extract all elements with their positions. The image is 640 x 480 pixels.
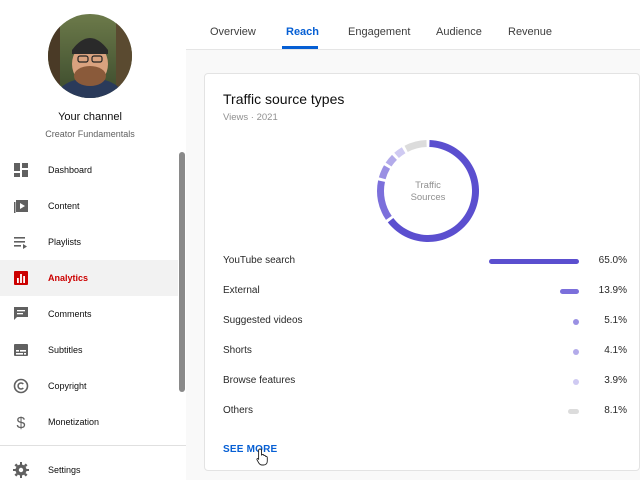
traffic-source-row[interactable]: YouTube search 65.0%: [223, 252, 633, 272]
donut-segment[interactable]: [377, 180, 392, 220]
traffic-source-bar: [559, 289, 579, 294]
traffic-source-dot: [573, 349, 579, 355]
donut-label-line2: Sources: [411, 192, 446, 203]
traffic-source-value: 4.1%: [604, 345, 627, 356]
sidebar-item-label: Monetization: [48, 417, 100, 427]
traffic-source-label: Browse features: [223, 375, 296, 386]
donut-segment[interactable]: [385, 154, 397, 167]
sidebar-item-analytics[interactable]: Analytics: [0, 260, 178, 296]
settings-icon: [13, 462, 29, 478]
traffic-source-row[interactable]: Browse features 3.9%: [223, 372, 633, 392]
hand-cursor-icon: [256, 448, 268, 466]
channel-name: Your channel: [58, 111, 122, 123]
tab-revenue[interactable]: Revenue: [508, 26, 552, 38]
traffic-source-value: 5.1%: [604, 315, 627, 326]
card-title: Traffic source types: [223, 91, 345, 107]
donut-label-line1: Traffic: [415, 180, 441, 191]
tab-reach[interactable]: Reach: [286, 26, 319, 38]
channel-avatar[interactable]: [48, 14, 132, 98]
traffic-source-row[interactable]: Shorts 4.1%: [223, 342, 633, 362]
dashboard-icon: [14, 163, 28, 177]
traffic-source-bar: [489, 259, 579, 264]
analytics-icon: [14, 271, 28, 285]
active-tab-indicator: [282, 46, 318, 49]
comments-icon: [14, 307, 28, 320]
traffic-source-label: YouTube search: [223, 255, 296, 266]
traffic-sources-donut[interactable]: Traffic Sources: [372, 135, 484, 247]
donut-segment[interactable]: [404, 140, 427, 152]
sidebar-item-label: Subtitles: [48, 345, 83, 355]
donut-segment[interactable]: [394, 147, 406, 159]
tab-overview[interactable]: Overview: [210, 26, 256, 38]
traffic-source-label: Others: [223, 405, 254, 416]
traffic-source-label: Shorts: [223, 345, 252, 356]
card-subtitle: Views · 2021: [223, 112, 278, 123]
sidebar-item-monetization[interactable]: $ Monetization: [0, 404, 178, 440]
traffic-source-bar: [567, 409, 579, 414]
copyright-icon: [13, 378, 29, 394]
sidebar-item-settings[interactable]: Settings: [0, 452, 178, 480]
traffic-source-dot: [573, 379, 579, 385]
traffic-source-value: 8.1%: [604, 405, 627, 416]
traffic-source-row[interactable]: Suggested videos 5.1%: [223, 312, 633, 332]
sidebar: Your channel Creator Fundamentals Dashbo…: [0, 0, 186, 480]
sidebar-item-subtitles[interactable]: Subtitles: [0, 332, 178, 368]
sidebar-item-label: Settings: [48, 465, 81, 475]
analytics-tabs: Overview Reach Engagement Audience Reven…: [186, 0, 640, 50]
sidebar-divider: [0, 445, 186, 446]
donut-segment[interactable]: [378, 165, 391, 180]
sidebar-item-label: Playlists: [48, 237, 82, 247]
sidebar-item-playlists[interactable]: Playlists: [0, 224, 178, 260]
sidebar-item-label: Analytics: [48, 273, 89, 283]
traffic-source-label: External: [223, 285, 260, 296]
sidebar-item-label: Content: [48, 201, 80, 211]
traffic-source-value: 3.9%: [604, 375, 627, 386]
tab-engagement[interactable]: Engagement: [348, 26, 410, 38]
playlists-icon: [14, 237, 27, 249]
traffic-source-label: Suggested videos: [223, 315, 303, 326]
sidebar-item-comments[interactable]: Comments: [0, 296, 178, 332]
sidebar-item-label: Comments: [48, 309, 92, 319]
traffic-source-value: 65.0%: [598, 255, 627, 266]
tab-audience[interactable]: Audience: [436, 26, 482, 38]
subtitles-icon: [14, 344, 28, 356]
content-icon: [14, 200, 28, 213]
sidebar-item-label: Dashboard: [48, 165, 93, 175]
monetization-icon: $: [17, 415, 26, 431]
sidebar-item-dashboard[interactable]: Dashboard: [0, 152, 178, 188]
sidebar-item-copyright[interactable]: Copyright: [0, 368, 178, 404]
sidebar-item-content[interactable]: Content: [0, 188, 178, 224]
sidebar-item-label: Copyright: [48, 381, 87, 391]
channel-subtitle: Creator Fundamentals: [45, 129, 135, 139]
svg-text:$: $: [17, 415, 26, 431]
traffic-source-row[interactable]: Others 8.1%: [223, 402, 633, 422]
traffic-source-dot: [573, 319, 579, 325]
sidebar-scrollbar[interactable]: [179, 152, 185, 392]
traffic-source-value: 13.9%: [598, 285, 627, 296]
traffic-source-row[interactable]: External 13.9%: [223, 282, 633, 302]
